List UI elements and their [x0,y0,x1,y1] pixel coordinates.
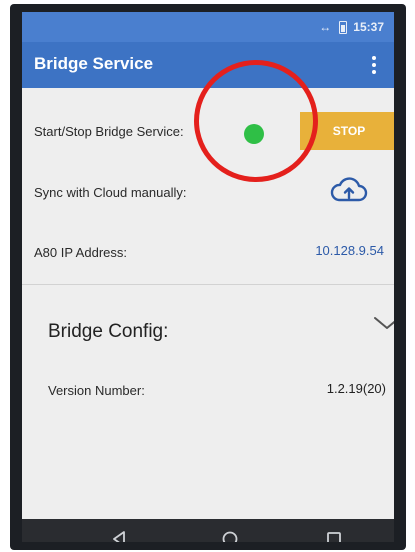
red-annotation-circle [194,60,318,182]
ip-address-value: 10.128.9.54 [315,243,384,258]
tablet-device: ↔ 15:37 Bridge Service Start/Stop Bridge… [10,4,406,550]
chevron-down-icon[interactable] [372,313,394,333]
app-screen: ↔ 15:37 Bridge Service Start/Stop Bridge… [22,12,394,542]
more-vertical-icon[interactable] [366,54,382,76]
photo-frame: ↔ 15:37 Bridge Service Start/Stop Bridge… [0,0,415,552]
cloud-upload-icon[interactable] [329,176,369,206]
system-nav-bar [22,519,394,542]
version-number-label: Version Number: [48,383,145,398]
start-stop-label: Start/Stop Bridge Service: [34,124,184,139]
version-number-value: 1.2.19(20) [326,381,386,396]
status-time: 15:37 [353,20,384,34]
bridge-config-title: Bridge Config: [48,321,169,342]
battery-icon [339,20,348,34]
back-triangle-icon[interactable] [107,527,131,542]
ip-address-label: A80 IP Address: [34,245,127,260]
section-divider [22,284,394,285]
home-circle-icon[interactable] [218,527,242,542]
page-title: Bridge Service [34,54,154,73]
recents-square-icon[interactable] [322,527,346,542]
status-bar: ↔ 15:37 [22,12,394,42]
data-transfer-icon: ↔ [319,20,332,34]
sync-label: Sync with Cloud manually: [34,185,187,200]
